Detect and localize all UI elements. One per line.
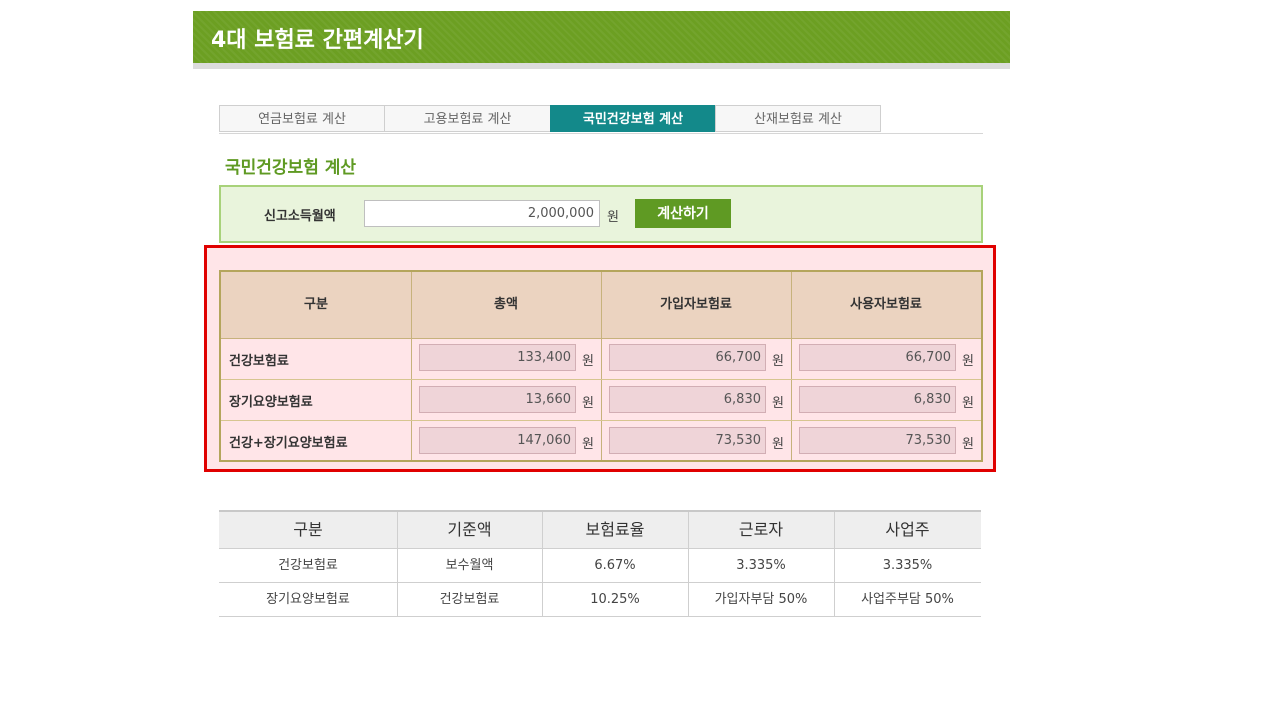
rate-cell: 가입자부담 50% xyxy=(714,592,808,607)
rate-cell: 사업주부담 50% xyxy=(861,592,954,607)
tab-underline xyxy=(219,133,983,134)
unit-label: 원 xyxy=(772,437,784,452)
section-title: 국민건강보험 계산 xyxy=(225,158,357,178)
tab-pension[interactable]: 연금보험료 계산 xyxy=(219,105,385,132)
rate-cell: 6.67% xyxy=(594,558,636,573)
rate-cell: 장기요양보험료 xyxy=(266,592,350,607)
app-title: 4대 보험료 간편계산기 xyxy=(211,28,424,53)
rate-cell: 건강보험료 xyxy=(278,558,338,573)
income-label: 신고소득월액 xyxy=(264,209,336,224)
header-divider xyxy=(193,63,1010,69)
income-unit: 원 xyxy=(607,210,619,225)
combined-total-value: 147,060 xyxy=(419,427,576,454)
combined-employer-value: 73,530 xyxy=(799,427,956,454)
result-col-employee: 가입자보험료 xyxy=(660,297,732,312)
rate-col-base: 기준액 xyxy=(447,520,492,539)
app-header: 4대 보험료 간편계산기 xyxy=(193,11,1010,63)
longterm-employer-value: 6,830 xyxy=(799,386,956,413)
rate-col-employer: 사업주 xyxy=(885,520,930,539)
unit-label: 원 xyxy=(582,354,594,369)
rate-table-header: 구분 기준액 보험료율 근로자 사업주 xyxy=(219,512,981,549)
longterm-employee-value: 6,830 xyxy=(609,386,766,413)
result-col-total: 총액 xyxy=(494,297,518,312)
income-input-panel: 신고소득월액 원 계산하기 xyxy=(219,185,983,243)
rate-cell: 3.335% xyxy=(736,558,786,573)
tab-health[interactable]: 국민건강보험 계산 xyxy=(550,105,716,132)
rate-table: 구분 기준액 보험료율 근로자 사업주 건강보험료 보수월액 6.67% 3.3… xyxy=(219,510,981,617)
unit-label: 원 xyxy=(582,396,594,411)
column-divider xyxy=(791,272,792,460)
result-col-category: 구분 xyxy=(304,297,328,312)
column-divider xyxy=(411,272,412,460)
unit-label: 원 xyxy=(582,437,594,452)
health-employee-value: 66,700 xyxy=(609,344,766,371)
rate-cell: 건강보험료 xyxy=(439,592,500,607)
health-total-value: 133,400 xyxy=(419,344,576,371)
tab-employment[interactable]: 고용보험료 계산 xyxy=(384,105,551,132)
rate-col-rate: 보험료율 xyxy=(585,520,645,539)
rate-cell: 3.335% xyxy=(882,558,933,573)
result-row-label-combined: 건강+장기요양보험료 xyxy=(229,436,348,451)
rate-col-category: 구분 xyxy=(293,520,323,539)
result-row-label-health: 건강보험료 xyxy=(229,354,289,369)
longterm-total-value: 13,660 xyxy=(419,386,576,413)
column-divider xyxy=(601,272,602,460)
tab-industrial-accident[interactable]: 산재보험료 계산 xyxy=(715,105,881,132)
result-col-employer: 사용자보험료 xyxy=(850,297,922,312)
row-divider xyxy=(219,616,981,617)
combined-employee-value: 73,530 xyxy=(609,427,766,454)
unit-label: 원 xyxy=(962,396,974,411)
row-divider xyxy=(221,420,981,421)
result-row-label-longterm: 장기요양보험료 xyxy=(229,395,313,410)
income-field[interactable] xyxy=(364,200,600,227)
row-divider xyxy=(221,379,981,380)
calculate-button[interactable]: 계산하기 xyxy=(635,199,731,228)
unit-label: 원 xyxy=(772,396,784,411)
unit-label: 원 xyxy=(962,437,974,452)
unit-label: 원 xyxy=(962,354,974,369)
rate-cell: 보수월액 xyxy=(445,558,494,573)
rate-col-worker: 근로자 xyxy=(738,520,784,539)
result-table: 구분 총액 가입자보험료 사용자보험료 건강보험료 133,400 원 66,7… xyxy=(219,270,983,462)
unit-label: 원 xyxy=(772,354,784,369)
health-employer-value: 66,700 xyxy=(799,344,956,371)
rate-cell: 10.25% xyxy=(590,592,640,607)
